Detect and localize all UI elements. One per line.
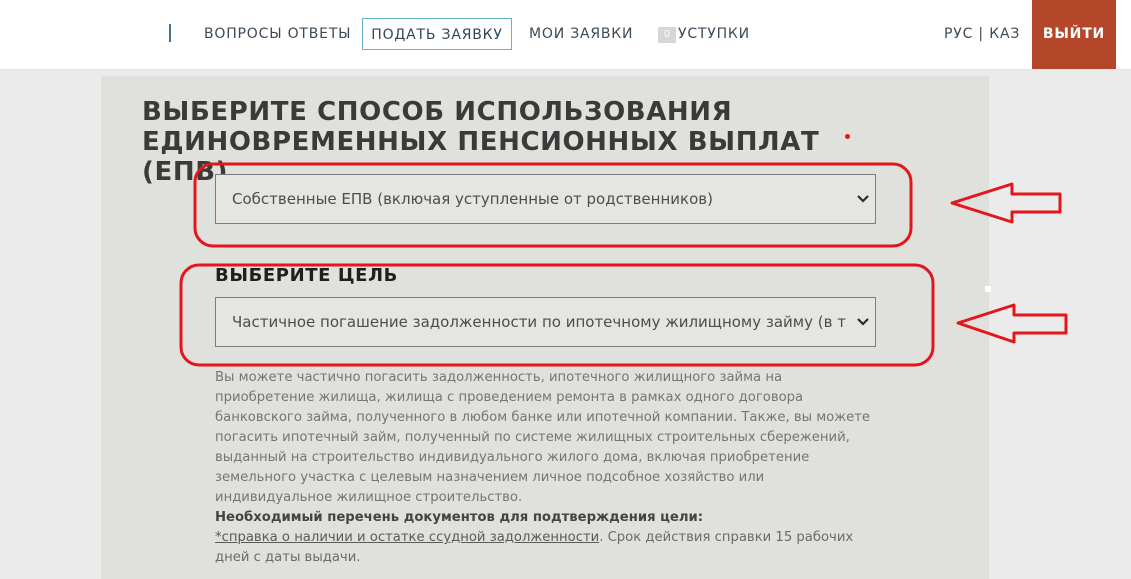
lang-ru-link[interactable]: РУС	[944, 26, 973, 42]
nav-my-applications-link[interactable]: МОИ ЗАЯВКИ	[529, 18, 633, 50]
goal-label: ВЫБЕРИТЕ ЦЕЛЬ	[215, 265, 398, 286]
nav-ceded-label: УСТУПКИ	[678, 26, 750, 42]
language-switcher: РУС | КАЗ	[944, 18, 1020, 50]
lang-kz-link[interactable]: КАЗ	[989, 26, 1020, 42]
nav-divider	[169, 24, 171, 42]
chevron-down-icon	[855, 175, 871, 223]
top-navigation-bar: ВОПРОСЫ ОТВЕТЫ ПОДАТЬ ЗАЯВКУ МОИ ЗАЯВКИ …	[0, 0, 1131, 70]
chevron-down-icon	[855, 298, 871, 346]
goal-select[interactable]: Частичное погашение задолженности по ипо…	[215, 297, 876, 347]
goal-value: Частичное погашение задолженности по ипо…	[232, 313, 846, 331]
docs-heading: Необходимый перечень документов для подт…	[215, 510, 704, 525]
usage-method-select[interactable]: Собственные ЕПВ (включая уступленные от …	[215, 174, 876, 224]
usage-method-value: Собственные ЕПВ (включая уступленные от …	[232, 190, 713, 208]
nav-faq-link[interactable]: ВОПРОСЫ ОТВЕТЫ	[204, 18, 351, 50]
docs-line: *справка о наличии и остатке ссудной зад…	[215, 528, 880, 568]
docs-certificate-link[interactable]: *справка о наличии и остатке ссудной зад…	[215, 530, 599, 545]
required-marker	[845, 134, 850, 139]
goal-description: Вы можете частично погасить задолженност…	[215, 368, 880, 568]
logout-button[interactable]: ВЫЙТИ	[1032, 0, 1116, 69]
ceded-count-badge: 0	[658, 27, 676, 43]
lang-separator: |	[978, 26, 984, 42]
nav-ceded-link[interactable]: 0 УСТУПКИ	[658, 18, 750, 50]
white-dot	[985, 286, 991, 292]
nav-apply-button[interactable]: ПОДАТЬ ЗАЯВКУ	[362, 18, 512, 50]
description-text: Вы можете частично погасить задолженност…	[215, 370, 871, 505]
